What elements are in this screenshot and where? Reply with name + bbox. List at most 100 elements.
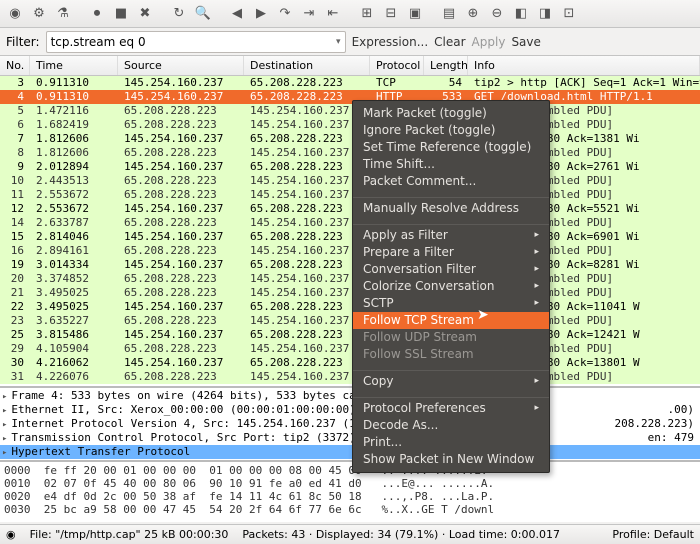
- packet-list-header: No. Time Source Destination Protocol Len…: [0, 56, 700, 76]
- packet-row[interactable]: 253.815486145.254.160.23765.208.228.223[…: [0, 328, 700, 342]
- cell-time: 1.812606: [30, 132, 118, 146]
- menu-item[interactable]: Follow TCP Stream: [353, 312, 549, 329]
- cell-no: 21: [0, 286, 30, 300]
- toolbar-button-10[interactable]: ↷: [274, 3, 296, 25]
- col-length[interactable]: Length: [424, 56, 468, 75]
- menu-item[interactable]: SCTP: [353, 295, 549, 312]
- packet-row[interactable]: 142.63378765.208.228.223145.254.160.237o…: [0, 216, 700, 230]
- menu-item[interactable]: Protocol Preferences: [353, 400, 549, 417]
- packet-row[interactable]: 30.911310145.254.160.23765.208.228.223TC…: [0, 76, 700, 90]
- menu-item[interactable]: Apply as Filter: [353, 227, 549, 244]
- menu-item[interactable]: Packet Comment...: [353, 173, 549, 190]
- menu-item[interactable]: Decode As...: [353, 417, 549, 434]
- packet-row[interactable]: 122.553672145.254.160.23765.208.228.223[…: [0, 202, 700, 216]
- detail-line[interactable]: Hypertext Transfer Protocol: [0, 445, 700, 459]
- col-source[interactable]: Source: [118, 56, 244, 75]
- packet-row[interactable]: 112.55367265.208.228.223145.254.160.237o…: [0, 188, 700, 202]
- packet-row[interactable]: 304.216062145.254.160.23765.208.228.223[…: [0, 356, 700, 370]
- filter-bar: Filter: tcp.stream eq 0 ▾ Expression... …: [0, 28, 700, 56]
- packet-row[interactable]: 162.89416165.208.228.223145.254.160.237o…: [0, 244, 700, 258]
- toolbar-button-21[interactable]: ⊡: [558, 3, 580, 25]
- packet-row[interactable]: 51.47211665.208.228.223145.254.160.237of…: [0, 104, 700, 118]
- cell-time: 3.495025: [30, 300, 118, 314]
- col-protocol[interactable]: Protocol: [370, 56, 424, 75]
- detail-line[interactable]: Transmission Control Protocol, Src Port:…: [0, 431, 700, 445]
- toolbar-button-0[interactable]: ◉: [4, 3, 26, 25]
- menu-item[interactable]: Mark Packet (toggle): [353, 105, 549, 122]
- expression-button[interactable]: Expression...: [352, 35, 429, 49]
- cell-no: 16: [0, 244, 30, 258]
- packet-row[interactable]: 81.81260665.208.228.223145.254.160.237of…: [0, 146, 700, 160]
- detail-line[interactable]: Ethernet II, Src: Xerox_00:00:00 (00:00:…: [0, 403, 700, 417]
- filter-input[interactable]: tcp.stream eq 0 ▾: [46, 31, 346, 53]
- cell-time: 2.012894: [30, 160, 118, 174]
- packet-context-menu[interactable]: Mark Packet (toggle)Ignore Packet (toggl…: [352, 100, 550, 473]
- packet-row[interactable]: 71.812606145.254.160.23765.208.228.223[A…: [0, 132, 700, 146]
- save-button[interactable]: Save: [511, 35, 540, 49]
- cell-no: 3: [0, 76, 30, 90]
- menu-item[interactable]: Ignore Packet (toggle): [353, 122, 549, 139]
- menu-item[interactable]: Prepare a Filter: [353, 244, 549, 261]
- toolbar-button-19[interactable]: ◧: [510, 3, 532, 25]
- packet-row[interactable]: 92.012894145.254.160.23765.208.228.223[A…: [0, 160, 700, 174]
- toolbar-button-15[interactable]: ▣: [404, 3, 426, 25]
- cell-src: 145.254.160.237: [118, 230, 244, 244]
- toolbar-button-20[interactable]: ◨: [534, 3, 556, 25]
- toolbar-button-3[interactable]: ⏺: [86, 3, 108, 25]
- toolbar-button-14[interactable]: ⊟: [380, 3, 402, 25]
- menu-item[interactable]: Conversation Filter: [353, 261, 549, 278]
- packet-row[interactable]: 193.014334145.254.160.23765.208.228.223[…: [0, 258, 700, 272]
- packet-row[interactable]: 223.495025145.254.160.23765.208.228.223[…: [0, 300, 700, 314]
- packet-row[interactable]: 213.49502565.208.228.223145.254.160.237o…: [0, 286, 700, 300]
- toolbar-button-5[interactable]: ✖: [134, 3, 156, 25]
- detail-line[interactable]: Frame 4: 533 bytes on wire (4264 bits), …: [0, 389, 700, 403]
- detail-line[interactable]: Internet Protocol Version 4, Src: 145.25…: [0, 417, 700, 431]
- toolbar-button-12[interactable]: ⇤: [322, 3, 344, 25]
- toolbar-button-2[interactable]: ⚗: [52, 3, 74, 25]
- col-time[interactable]: Time: [30, 56, 118, 75]
- col-info[interactable]: Info: [468, 56, 700, 75]
- cell-dst: 65.208.228.223: [244, 76, 370, 90]
- toolbar-button-8[interactable]: ◀: [226, 3, 248, 25]
- cell-no: 9: [0, 160, 30, 174]
- menu-item[interactable]: Colorize Conversation: [353, 278, 549, 295]
- packet-row[interactable]: 152.814046145.254.160.23765.208.228.223[…: [0, 230, 700, 244]
- toolbar-button-16[interactable]: ▤: [438, 3, 460, 25]
- status-icon: ◉: [6, 528, 16, 541]
- toolbar-button-1[interactable]: ⚙: [28, 3, 50, 25]
- packet-row[interactable]: 102.44351365.208.228.223145.254.160.237o…: [0, 174, 700, 188]
- menu-item[interactable]: Set Time Reference (toggle): [353, 139, 549, 156]
- toolbar-button-11[interactable]: ⇥: [298, 3, 320, 25]
- menu-item[interactable]: Print...: [353, 434, 549, 451]
- cell-time: 3.495025: [30, 286, 118, 300]
- packet-row[interactable]: 314.22607665.208.228.223145.254.160.237o…: [0, 370, 700, 384]
- cell-proto: TCP: [370, 76, 424, 90]
- menu-item[interactable]: Copy: [353, 373, 549, 390]
- col-no[interactable]: No.: [0, 56, 30, 75]
- menu-item[interactable]: Show Packet in New Window: [353, 451, 549, 468]
- cell-src: 65.208.228.223: [118, 188, 244, 202]
- toolbar-button-4[interactable]: ■: [110, 3, 132, 25]
- menu-item[interactable]: Time Shift...: [353, 156, 549, 173]
- packet-row[interactable]: 203.37485265.208.228.223145.254.160.237o…: [0, 272, 700, 286]
- packet-row[interactable]: 233.63522765.208.228.223145.254.160.237o…: [0, 314, 700, 328]
- toolbar-button-18[interactable]: ⊖: [486, 3, 508, 25]
- col-destination[interactable]: Destination: [244, 56, 370, 75]
- packet-details[interactable]: Frame 4: 533 bytes on wire (4264 bits), …: [0, 386, 700, 460]
- toolbar-button-7[interactable]: 🔍: [192, 3, 214, 25]
- menu-item[interactable]: Manually Resolve Address: [353, 200, 549, 217]
- cell-src: 65.208.228.223: [118, 244, 244, 258]
- toolbar-button-6[interactable]: ↻: [168, 3, 190, 25]
- packet-bytes[interactable]: 0000 fe ff 20 00 01 00 00 00 01 00 00 00…: [0, 460, 700, 522]
- packet-list[interactable]: 30.911310145.254.160.23765.208.228.223TC…: [0, 76, 700, 386]
- packet-row[interactable]: 40.911310145.254.160.23765.208.228.223HT…: [0, 90, 700, 104]
- clear-button[interactable]: Clear: [434, 35, 465, 49]
- filter-input-text: tcp.stream eq 0: [51, 35, 146, 49]
- apply-button[interactable]: Apply: [472, 35, 506, 49]
- toolbar-button-9[interactable]: ▶: [250, 3, 272, 25]
- toolbar-button-13[interactable]: ⊞: [356, 3, 378, 25]
- packet-row[interactable]: 294.10590465.208.228.223145.254.160.237o…: [0, 342, 700, 356]
- toolbar-button-17[interactable]: ⊕: [462, 3, 484, 25]
- packet-row[interactable]: 61.68241965.208.228.223145.254.160.237of…: [0, 118, 700, 132]
- chevron-down-icon[interactable]: ▾: [336, 37, 341, 47]
